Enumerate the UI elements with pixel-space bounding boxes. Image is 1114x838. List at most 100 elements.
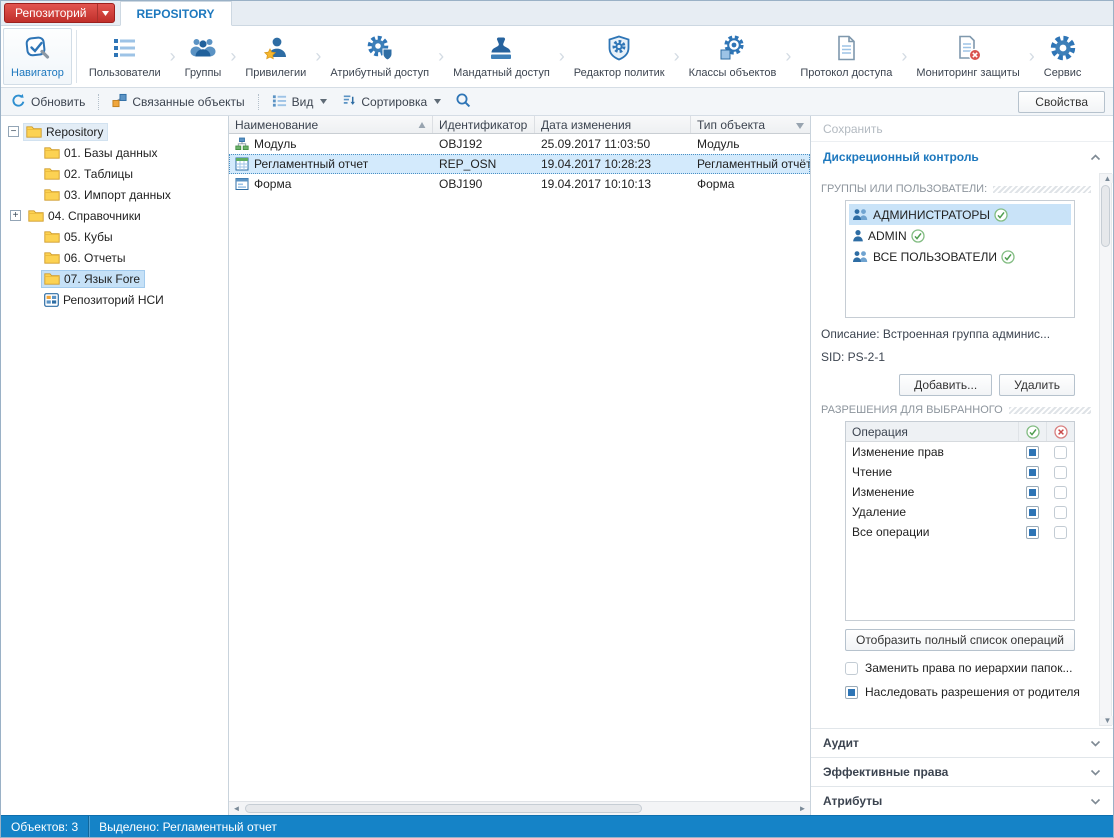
column-header-modified-date[interactable]: Дата изменения [535,116,691,133]
replace-rights-checkbox[interactable] [845,661,858,675]
permissions-table: Операция Изменение прав Чтение Изменение… [845,421,1075,621]
privileges-icon [262,34,290,65]
show-full-operations-button[interactable]: Отобразить полный список операций [845,629,1075,651]
scrollbar-thumb[interactable] [245,804,642,813]
scroll-right-icon[interactable]: ► [795,802,810,815]
scroll-down-icon[interactable]: ▼ [1100,716,1113,725]
ribbon-item-mandatory-access[interactable]: Мандатный доступ [445,28,558,85]
deny-checkbox[interactable] [1053,445,1067,459]
application-window: Репозиторий REPOSITORY Навигатор Пользов… [0,0,1114,838]
list-item-administrators[interactable]: АДМИНИСТРАТОРЫ [849,204,1071,225]
list-item-admin[interactable]: ADMIN [849,225,1071,246]
ribbon-item-access-protocol[interactable]: Протокол доступа [792,28,900,85]
allow-checkbox[interactable] [1025,505,1039,519]
ribbon-item-label: Группы [184,67,222,79]
ribbon-item-security-monitoring[interactable]: Мониторинг защиты [908,28,1027,85]
tree-item-dictionaries[interactable]: + 04. Справочники [1,205,228,226]
scroll-left-icon[interactable]: ◄ [229,802,244,815]
tree-item-data-import[interactable]: 03. Импорт данных [1,184,228,205]
filter-icon[interactable] [796,118,804,132]
properties-button[interactable]: Свойства [1018,90,1105,113]
chevron-down-icon [1090,794,1101,808]
permission-row: Удаление [846,502,1074,522]
allow-checkbox[interactable] [1025,485,1039,499]
view-dropdown[interactable]: Вид [268,91,332,113]
ribbon-separator: › [438,46,445,66]
scroll-up-icon[interactable]: ▲ [1100,174,1113,183]
ribbon-item-object-classes[interactable]: Классы объектов [681,28,785,85]
deny-checkbox[interactable] [1053,465,1067,479]
deny-checkbox[interactable] [1053,485,1067,499]
list-item-all-users[interactable]: ВСЕ ПОЛЬЗОВАТЕЛИ [849,246,1071,267]
tree-item-cubes[interactable]: 05. Кубы [1,226,228,247]
ribbon-item-attribute-access[interactable]: Атрибутный доступ [322,28,437,85]
repository-menu-button[interactable]: Репозиторий [4,3,115,23]
scrollbar-track[interactable] [1100,183,1111,716]
sort-dropdown[interactable]: Сортировка [337,91,445,113]
deny-checkbox[interactable] [1053,505,1067,519]
chevron-down-icon [320,99,328,104]
table-row-selected[interactable]: Регламентный отчет REP_OSN 19.04.2017 10… [229,154,810,174]
replace-rights-checkbox-row[interactable]: Заменить права по иерархии папок... [845,661,1085,675]
column-header-name[interactable]: Наименование [229,116,433,133]
ribbon-item-groups[interactable]: Группы [177,28,230,85]
tree-item-fore-language[interactable]: 07. Язык Fore [1,268,228,289]
inherit-permissions-checkbox-row[interactable]: Наследовать разрешения от родителя [845,685,1085,699]
ribbon-item-privileges[interactable]: Привилегии [237,28,314,85]
inherit-permissions-checkbox[interactable] [845,685,858,699]
tree-item-repository[interactable]: − Repository [1,121,228,142]
scrollbar-thumb[interactable] [1101,185,1110,247]
chevron-down-icon[interactable] [96,4,114,22]
ribbon-item-label: Сервис [1043,67,1082,79]
ribbon-item-policy-editor[interactable]: Редактор политик [566,28,673,85]
tree-item-reports[interactable]: 06. Отчеты [1,247,228,268]
scrollbar-track[interactable] [244,802,795,815]
section-attributes[interactable]: Атрибуты [811,786,1113,815]
allow-checkbox[interactable] [1025,525,1039,539]
refresh-button[interactable]: Обновить [7,91,89,113]
allow-checkbox[interactable] [1025,465,1039,479]
deny-checkbox[interactable] [1053,525,1067,539]
cell-date: 25.09.2017 11:03:50 [541,137,651,151]
ribbon-item-service[interactable]: Сервис [1036,28,1090,85]
tree-item-tables[interactable]: 02. Таблицы [1,163,228,184]
table-row[interactable]: Модуль OBJ192 25.09.2017 11:03:50 Модуль [229,134,810,154]
group-icon [853,251,868,262]
tree-item-nsi-repository[interactable]: Репозиторий НСИ [1,289,228,310]
add-button[interactable]: Добавить... [899,374,993,396]
tree-item-databases[interactable]: 01. Базы данных [1,142,228,163]
tree-item-label: 03. Импорт данных [64,187,171,202]
allow-checkbox[interactable] [1025,445,1039,459]
repository-menu-label: Репозиторий [15,6,87,20]
cell-identifier: OBJ190 [439,177,483,191]
section-discretionary-control[interactable]: Дискреционный контроль [811,142,1113,171]
collapse-icon[interactable]: − [8,126,19,137]
discretionary-control-body: ГРУППЫ ИЛИ ПОЛЬЗОВАТЕЛИ: АДМИНИСТРАТОРЫ [811,171,1113,728]
tree-item-label: 05. Кубы [64,229,113,244]
tab-repository[interactable]: REPOSITORY [119,1,232,26]
column-header-object-type[interactable]: Тип объекта [691,116,810,133]
operation-label: Все операции [852,525,930,539]
horizontal-scrollbar[interactable]: ◄ ► [229,801,810,815]
save-button[interactable]: Сохранить [811,116,1113,142]
table-row[interactable]: Форма OBJ190 19.04.2017 10:10:13 Форма [229,174,810,194]
access-protocol-icon [832,34,860,65]
chevron-down-icon [434,99,442,104]
ribbon-separator: › [230,46,237,66]
attribute-access-icon [366,34,394,65]
properties-scrollbar[interactable]: ▲ ▼ [1099,173,1113,726]
related-objects-button[interactable]: Связанные объекты [108,91,248,113]
section-audit[interactable]: Аудит [811,728,1113,757]
expand-icon[interactable]: + [10,210,21,221]
search-button[interactable] [451,90,475,113]
ribbon-separator: › [901,46,908,66]
ribbon-item-navigator[interactable]: Навигатор [3,28,72,85]
folder-icon [44,189,60,201]
ribbon-item-users[interactable]: Пользователи [81,28,169,85]
delete-button[interactable]: Удалить [999,374,1075,396]
cell-name: Регламентный отчет [254,157,369,171]
groups-icon [189,34,217,65]
tree-item-label: 02. Таблицы [64,166,134,181]
column-header-identifier[interactable]: Идентификатор [433,116,535,133]
section-effective-rights[interactable]: Эффективные права [811,757,1113,786]
